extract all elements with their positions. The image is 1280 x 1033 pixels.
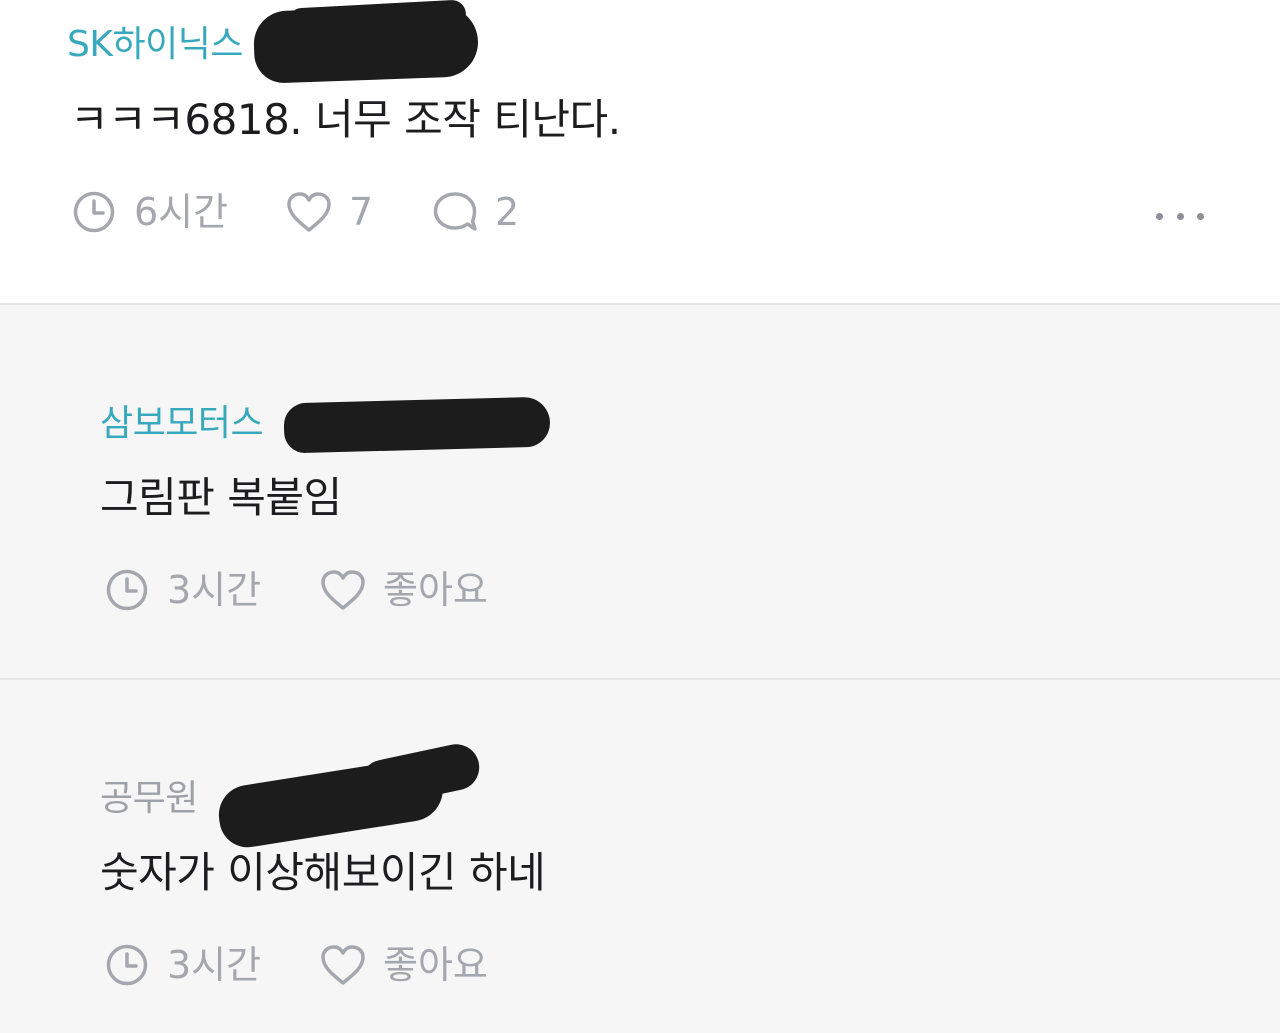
speech-bubble-icon xyxy=(433,192,477,231)
reply-body: 숫자가 이상해보이긴 하네 xyxy=(100,848,546,897)
clock-icon xyxy=(73,191,115,233)
heart-icon xyxy=(321,570,365,610)
post-comment-button[interactable]: 2 xyxy=(431,188,519,236)
reply: 삼보모터스 그림판 복붙임 3시간 좋아요 xyxy=(0,305,1280,678)
more-options-button[interactable] xyxy=(1156,206,1204,226)
heart-icon xyxy=(321,945,365,985)
post: SK하이닉스 ㅋㅋㅋ6818. 너무 조작 티난다. 6시간 7 2 xyxy=(0,0,1280,303)
post-time: 6시간 xyxy=(72,188,228,236)
reply-time-text: 3시간 xyxy=(167,568,262,612)
clock-icon xyxy=(106,944,148,986)
reply-author[interactable]: 공무원 xyxy=(100,776,198,822)
post-comment-count: 2 xyxy=(495,190,520,234)
reply-like-button[interactable]: 좋아요 xyxy=(319,566,488,614)
reply-like-label: 좋아요 xyxy=(383,568,488,612)
reply-time: 3시간 xyxy=(105,941,261,989)
reply-time: 3시간 xyxy=(105,566,261,614)
reply-body: 그림판 복붙임 xyxy=(100,473,342,522)
post-body: ㅋㅋㅋ6818. 너무 조작 티난다. xyxy=(70,95,621,144)
reply-time-text: 3시간 xyxy=(167,943,262,987)
ellipsis-icon xyxy=(1156,212,1163,220)
reply-like-label: 좋아요 xyxy=(383,943,488,987)
reply: 공무원 숫자가 이상해보이긴 하네 3시간 좋아요 xyxy=(0,680,1280,1033)
reply-author[interactable]: 삼보모터스 xyxy=(100,401,264,447)
post-time-text: 6시간 xyxy=(134,190,229,234)
reply-like-button[interactable]: 좋아요 xyxy=(319,941,488,989)
post-like-button[interactable]: 7 xyxy=(285,188,373,236)
post-like-count: 7 xyxy=(349,190,374,234)
clock-icon xyxy=(106,569,148,611)
heart-icon xyxy=(287,192,331,232)
redaction-mark xyxy=(283,396,551,454)
post-author[interactable]: SK하이닉스 xyxy=(67,22,243,68)
